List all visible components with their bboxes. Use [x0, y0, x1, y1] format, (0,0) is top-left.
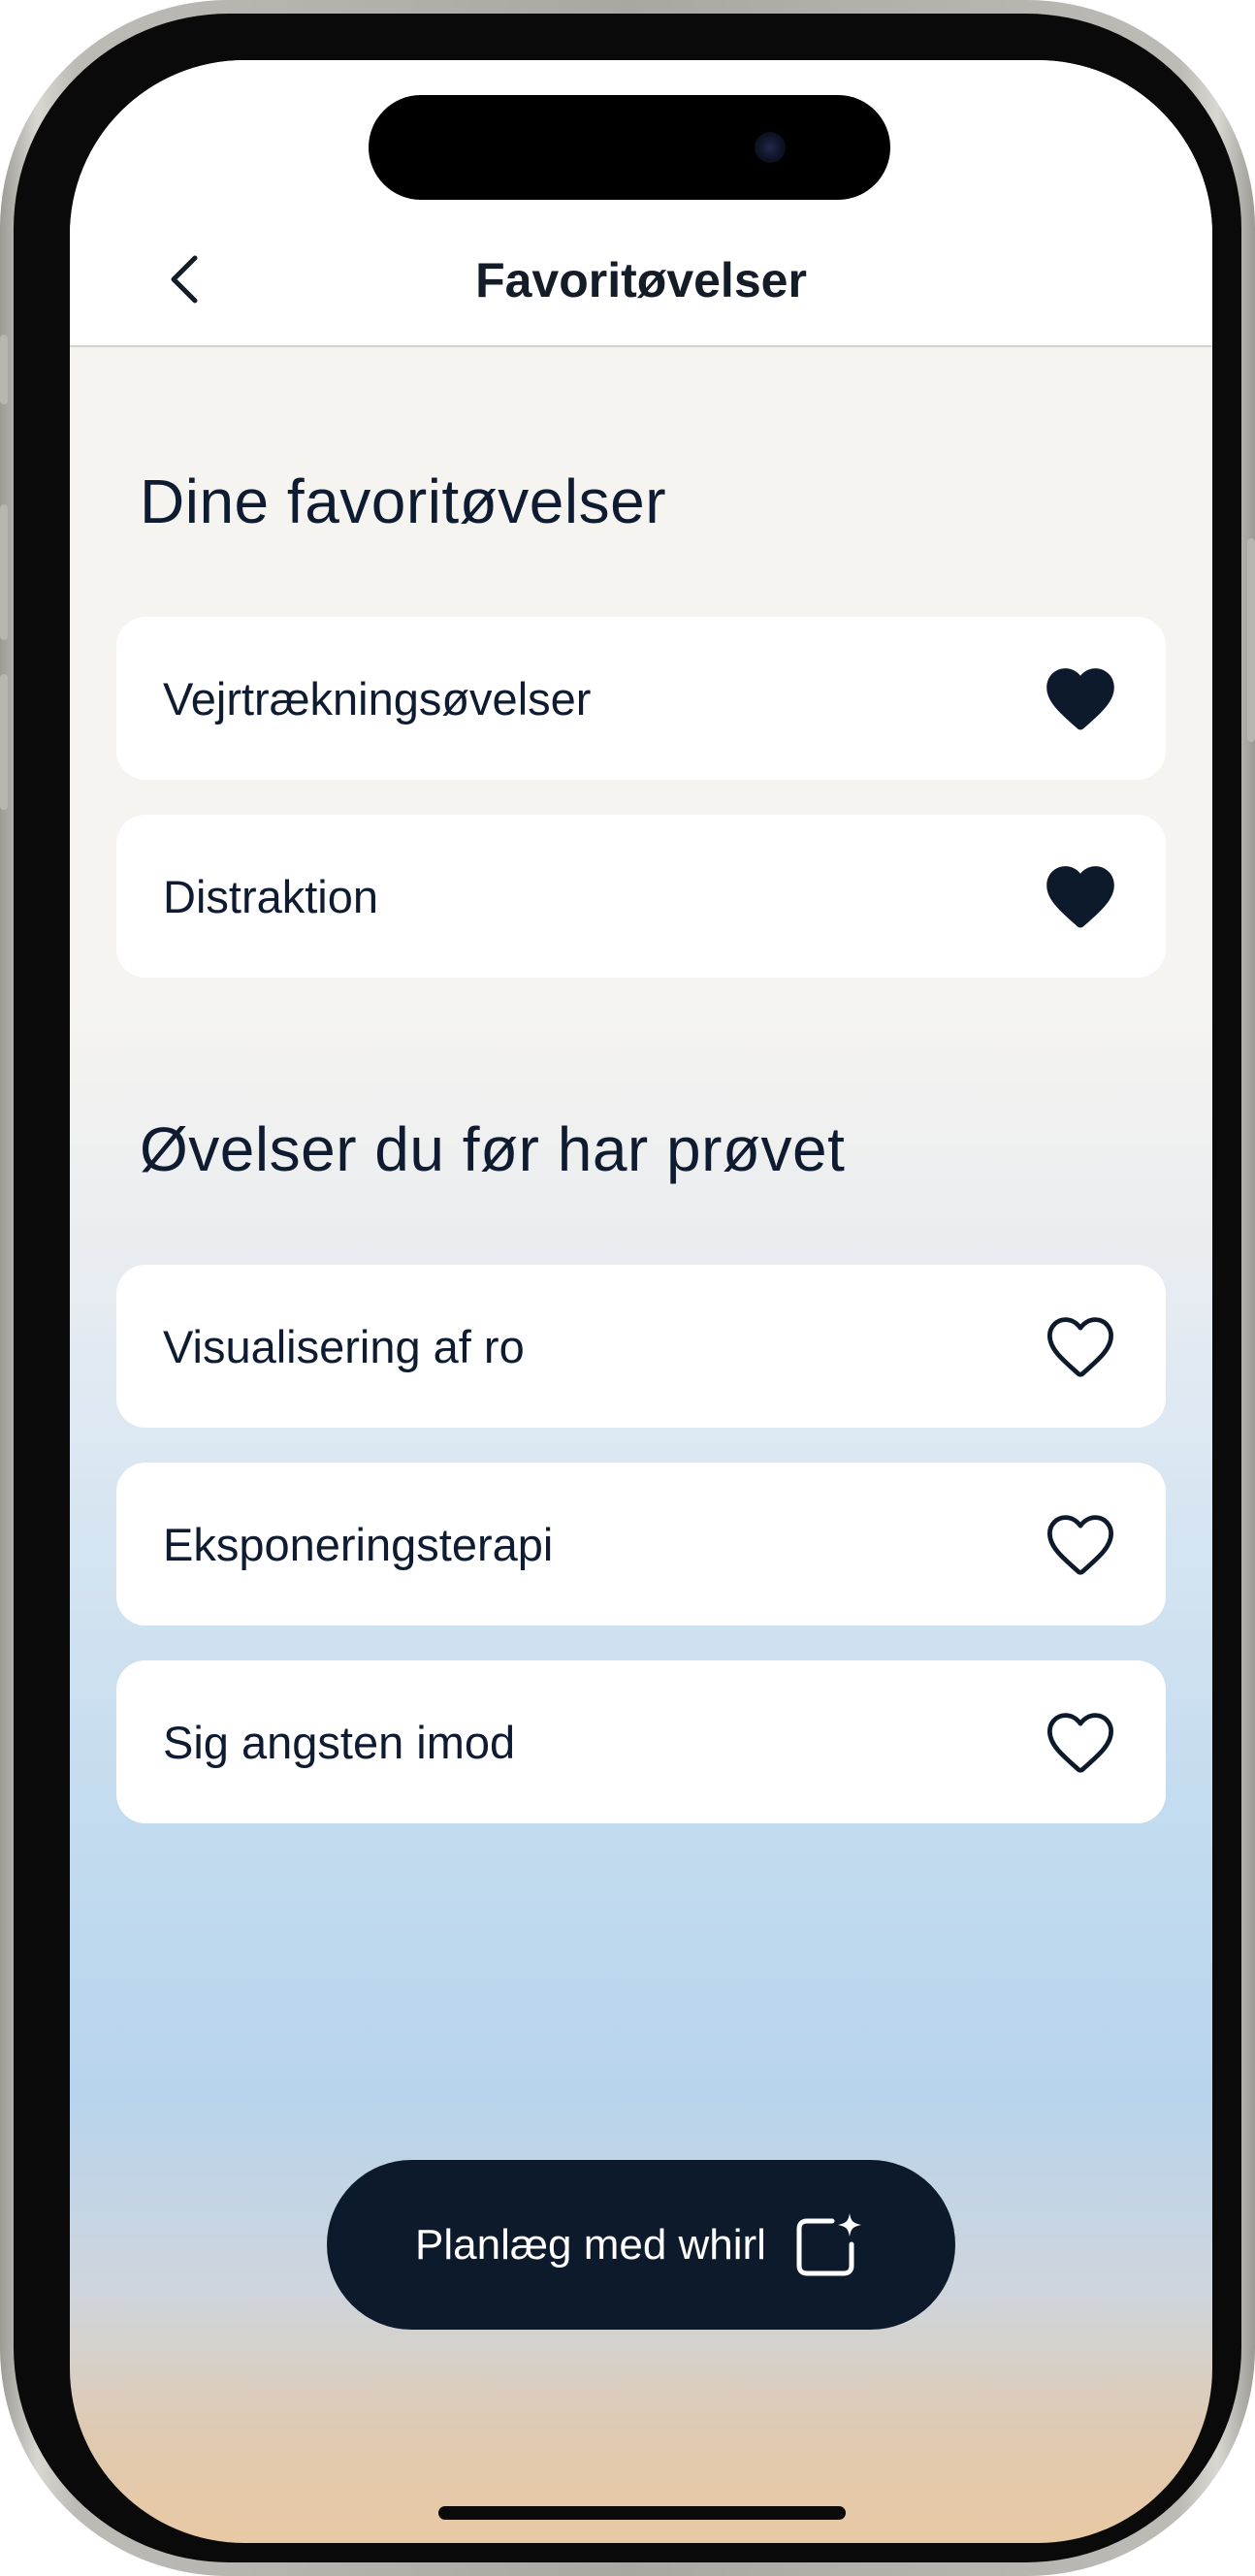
- heart-outline-icon[interactable]: [1040, 1701, 1121, 1783]
- action-button: [0, 335, 8, 404]
- list-item-label: Sig angsten imod: [163, 1716, 516, 1768]
- heart-outline-icon[interactable]: [1040, 1503, 1121, 1585]
- sparkle-square-icon: [796, 2212, 861, 2275]
- plan-with-whirl-button[interactable]: Planlæg med whirl: [327, 2160, 955, 2330]
- list-item-breathing[interactable]: Vejrtrækningsøvelser: [116, 617, 1166, 780]
- volume-down-button: [0, 674, 8, 810]
- list-item-distraction[interactable]: Distraktion: [116, 815, 1166, 978]
- volume-up-button: [0, 504, 8, 640]
- screen: Favoritøvelser Dine favoritøvelser Vejrt…: [70, 60, 1212, 2543]
- list-item-exposure-therapy[interactable]: Eksponeringsterapi: [116, 1463, 1166, 1626]
- phone-frame: Favoritøvelser Dine favoritøvelser Vejrt…: [0, 0, 1255, 2576]
- page-title: Favoritøvelser: [475, 253, 807, 307]
- list-item-label: Distraktion: [163, 870, 379, 922]
- home-indicator[interactable]: [438, 2506, 846, 2520]
- list-item-confront-anxiety[interactable]: Sig angsten imod: [116, 1660, 1166, 1823]
- list-item-label: Eksponeringsterapi: [163, 1518, 554, 1570]
- heart-filled-icon[interactable]: [1040, 658, 1121, 739]
- power-button: [1247, 538, 1255, 742]
- list-item-label: Vejrtrækningsøvelser: [163, 672, 592, 724]
- list-item-visualization[interactable]: Visualisering af ro: [116, 1265, 1166, 1428]
- plan-with-whirl-label: Planlæg med whirl: [415, 2220, 766, 2269]
- dynamic-island: [369, 95, 890, 200]
- heart-filled-icon[interactable]: [1040, 855, 1121, 937]
- heart-outline-icon[interactable]: [1040, 1305, 1121, 1387]
- favorites-section-title: Dine favoritøvelser: [140, 467, 666, 536]
- list-item-label: Visualisering af ro: [163, 1320, 525, 1372]
- phone-bezel: Favoritøvelser Dine favoritøvelser Vejrt…: [14, 14, 1241, 2562]
- tried-section-title: Øvelser du før har prøvet: [140, 1114, 846, 1184]
- camera-icon: [755, 132, 786, 163]
